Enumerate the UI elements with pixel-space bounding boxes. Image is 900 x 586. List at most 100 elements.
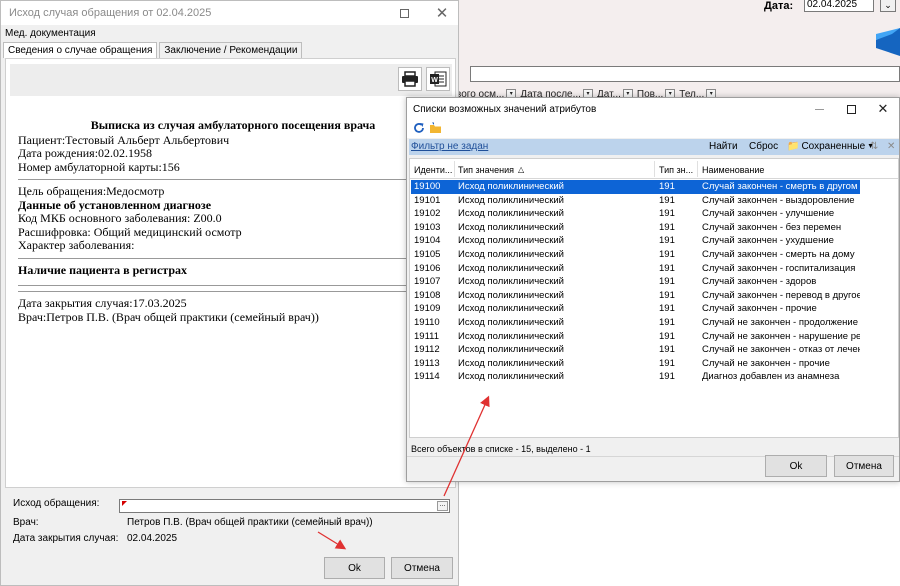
cell-type: Исход поликлинический	[458, 249, 564, 260]
cell-id: 19103	[414, 221, 441, 233]
close-date-line: Дата закрытия случая:17.03.2025	[18, 296, 187, 310]
document-text: Выписка из случая амбулаторного посещени…	[18, 118, 448, 324]
column-header-value-type[interactable]: Тип значения	[458, 165, 514, 175]
cell-name: Случай закончен - перевод в другое ...	[702, 289, 860, 301]
maximize-icon	[399, 8, 409, 18]
close-button[interactable]: ✕	[423, 1, 461, 25]
date-label: Дата:	[764, 0, 794, 12]
dialog-cancel-button[interactable]: Отмена	[834, 455, 894, 477]
table-row[interactable]: 19102 Исход поликлинический 191 Случай зако…	[411, 207, 860, 221]
column-header-id[interactable]: Иденти...	[414, 165, 452, 175]
cell-code: 191	[659, 235, 675, 247]
filter-link[interactable]: Фильтр не задан	[411, 141, 488, 152]
table-row[interactable]: 19113 Исход поликлинический 191 Случай не з…	[411, 357, 860, 371]
cell-code: 191	[659, 221, 675, 233]
close-icon: ✕	[877, 101, 889, 116]
cell-type: Исход поликлинический	[458, 181, 564, 192]
attribute-values-dialog: Списки возможных значений атрибутов ✕ Фи…	[406, 97, 900, 482]
refresh-button[interactable]	[413, 122, 425, 137]
background-search-input[interactable]	[470, 66, 900, 82]
dialog-titlebar[interactable]: Списки возможных значений атрибутов ✕	[407, 98, 899, 120]
cell-id: 19109	[414, 303, 441, 315]
cell-code: 191	[659, 249, 675, 260]
maximize-icon	[846, 104, 856, 114]
doctor-line: Врач:Петров П.В. (Врач общей практики (с…	[18, 309, 319, 324]
table-row[interactable]: 19106 Исход поликлинический 191 Случай зако…	[411, 262, 860, 276]
reset-button[interactable]: Сброс	[749, 141, 778, 152]
table-row[interactable]: 19107 Исход поликлинический 191 Случай зако…	[411, 275, 860, 289]
filter-bar: Фильтр не задан Найти Сброс 📁 Сохраненны…	[409, 139, 899, 155]
date-dropdown-button[interactable]: ⌄	[880, 0, 896, 12]
find-button[interactable]: Найти	[709, 141, 738, 152]
folder-button[interactable]	[429, 122, 443, 137]
status-bar: Всего объектов в списке - 15, выделено -…	[411, 444, 591, 454]
cell-id: 19113	[414, 357, 440, 369]
purpose-line: Цель обращения:Медосмотр	[18, 184, 165, 198]
window-titlebar[interactable]: Исход случая обращения от 02.04.2025 ✕	[1, 1, 458, 25]
column-header-type-code[interactable]: Тип зн...	[659, 165, 693, 175]
dialog-ok-button[interactable]: Ok	[765, 455, 827, 477]
sort-ascending-icon: △	[518, 165, 525, 174]
date-input[interactable]: 02.04.2025	[804, 0, 874, 12]
table-row[interactable]: 19111 Исход поликлинический 191 Случай не з…	[411, 330, 860, 344]
document-heading: Выписка из случая амбулаторного посещени…	[90, 118, 376, 132]
menu-med-docs[interactable]: Мед. документация	[5, 28, 96, 39]
pin-icon[interactable]: ⇅	[870, 141, 878, 152]
cell-name: Случай закончен - улучшение	[702, 208, 835, 220]
outcome-input[interactable]: ...	[119, 499, 450, 513]
table-row[interactable]: 19101 Исход поликлинический 191 Случай зако…	[411, 194, 860, 208]
saved-filters-button[interactable]: 📁 Сохраненные ▼	[787, 141, 874, 152]
table-row[interactable]: 19105 Исход поликлинический 191 Случай зако…	[411, 248, 860, 262]
close-date-label: Дата закрытия случая:	[13, 533, 119, 544]
folder-icon	[430, 122, 441, 133]
table-row[interactable]: 19112 Исход поликлинический 191 Случай не з…	[411, 343, 860, 357]
table-row[interactable]: 19108 Исход поликлинический 191 Случай зако…	[411, 289, 860, 303]
cell-id: 19105	[414, 249, 441, 260]
table-row[interactable]: 19114 Исход поликлинический 191 Диагноз доб…	[411, 370, 860, 384]
close-button[interactable]: ✕	[867, 98, 899, 120]
cell-name: Случай закончен - здоров	[702, 276, 817, 288]
maximize-button[interactable]	[385, 1, 423, 25]
saved-folder-icon: 📁	[787, 141, 800, 152]
table-row[interactable]: 19104 Исход поликлинический 191 Случай зако…	[411, 234, 860, 248]
required-marker-icon	[122, 501, 127, 506]
chevron-down-icon: ⌄	[884, 0, 892, 10]
cell-type: Исход поликлинический	[458, 221, 564, 233]
cell-code: 191	[659, 344, 675, 356]
tab-conclusion[interactable]: Заключение / Рекомендации	[159, 42, 303, 58]
minimize-button[interactable]	[803, 98, 835, 120]
tab-bar: Сведения о случае обращения Заключение /…	[3, 42, 304, 58]
ok-button[interactable]: Ok	[324, 557, 385, 579]
cancel-button[interactable]: Отмена	[391, 557, 453, 579]
table-row[interactable]: 19100 Исход поликлинический 191 Случай зако…	[411, 180, 860, 194]
tab-case-info[interactable]: Сведения о случае обращения	[3, 42, 158, 58]
close-filter-icon[interactable]: ✕	[887, 141, 895, 152]
document-preview: W Выписка из случая амбулаторного посеще…	[5, 58, 456, 488]
cell-name: Случай закончен - выздоровление	[702, 194, 855, 206]
cell-id: 19104	[414, 235, 441, 247]
cell-name: Случай закончен - госпитализация	[702, 262, 856, 274]
column-header-name[interactable]: Наименование	[702, 165, 764, 175]
cell-type: Исход поликлинический	[458, 317, 564, 328]
cell-type: Исход поликлинический	[458, 208, 564, 220]
ellipsis-button[interactable]: ...	[437, 501, 448, 511]
table-row[interactable]: 19109 Исход поликлинический 191 Случай зако…	[411, 302, 860, 316]
maximize-button[interactable]	[835, 98, 867, 120]
cell-type: Исход поликлинический	[458, 330, 564, 342]
table-row[interactable]: 19103 Исход поликлинический 191 Случай зако…	[411, 221, 860, 235]
export-word-button[interactable]: W	[426, 67, 450, 91]
cell-id: 19114	[414, 371, 440, 383]
cell-code: 191	[659, 194, 675, 206]
table-row[interactable]: 19110 Исход поликлинический 191 Случай не з…	[411, 316, 860, 330]
printer-icon	[402, 71, 418, 87]
cell-name: Случай закончен - смерть в другом ...	[702, 181, 860, 192]
print-button[interactable]	[398, 67, 422, 91]
svg-text:W: W	[431, 77, 438, 84]
cell-id: 19100	[414, 181, 441, 192]
minimize-icon	[814, 108, 824, 110]
cell-name: Случай закончен - без перемен	[702, 221, 842, 233]
registry-heading: Наличие пациента в регистрах	[18, 262, 188, 277]
values-table: Иденти... Тип значения △ Тип зн... Наиме…	[409, 158, 899, 438]
cell-name: Случай не закончен - продолжение ...	[702, 317, 860, 328]
doctor-value: Петров П.В. (Врач общей практики (семейн…	[127, 517, 373, 528]
